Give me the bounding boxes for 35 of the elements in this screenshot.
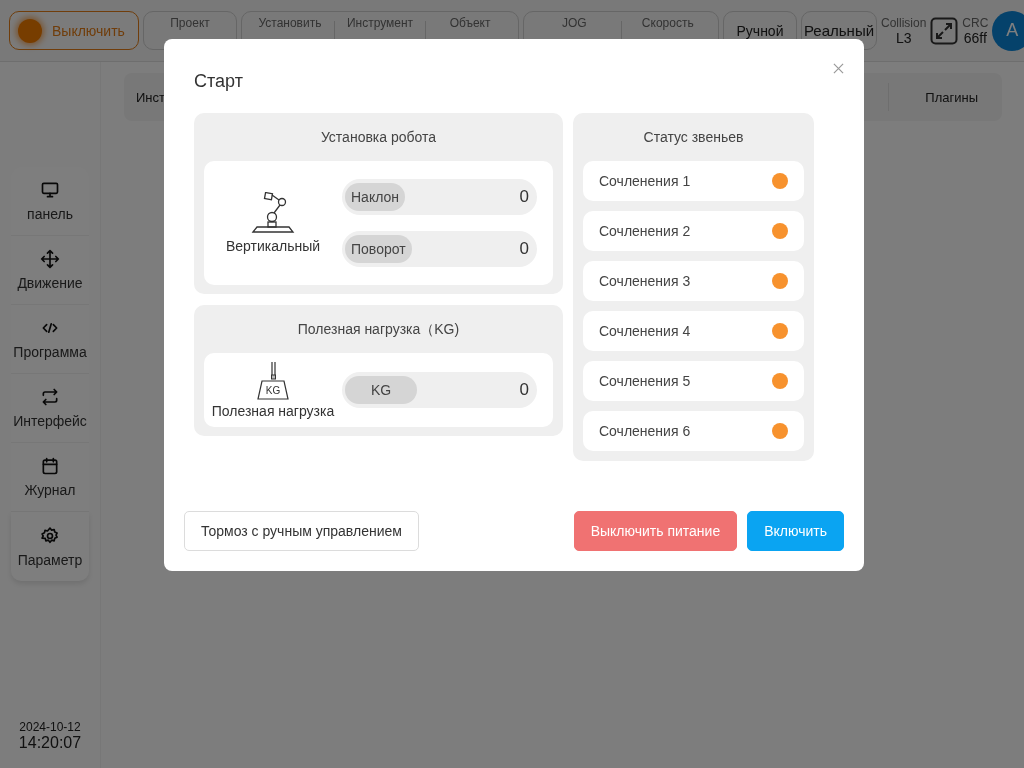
mount-label: Вертикальный <box>225 238 321 254</box>
enable-button[interactable]: Включить <box>747 511 844 551</box>
collision-indicator: Collision L3 <box>881 15 927 46</box>
crc-indicator: CRC 66ff <box>962 15 989 46</box>
tab[interactable]: Инст <box>136 89 165 105</box>
robot-arm-icon <box>251 192 295 236</box>
sidebar-item[interactable]: Параметр <box>11 512 89 581</box>
settings-icon <box>40 525 60 546</box>
brake-button[interactable]: Тормоз с ручным управлением <box>184 511 419 551</box>
move-icon <box>40 249 60 269</box>
close-icon[interactable] <box>833 63 844 74</box>
monitor-icon <box>40 180 60 200</box>
joint-name: Сочленения 3 <box>599 273 691 289</box>
avatar[interactable]: A <box>992 10 1024 51</box>
input-field[interactable]: KG 0 <box>342 372 537 408</box>
power-indicator-icon <box>18 18 42 43</box>
dialog-title: Старт <box>194 71 243 92</box>
calendar-icon <box>40 456 60 476</box>
panel-title: Статус звеньев <box>642 128 745 147</box>
panel-title: Установка робота <box>319 128 438 147</box>
swap-icon <box>40 387 60 407</box>
input-field[interactable]: Наклон 0 <box>342 179 537 215</box>
time-text: 14:20:07 <box>18 734 82 752</box>
joint-name: Сочленения 1 <box>599 173 691 189</box>
power-off-button[interactable]: Выключить питание <box>573 511 738 551</box>
joint-name: Сочленения 2 <box>599 223 691 239</box>
payload-label: Полезная нагрузка <box>211 403 335 419</box>
joint-name: Сочленения 4 <box>599 323 691 339</box>
expand-icon[interactable] <box>930 16 959 45</box>
date-text: 2024-10-12 <box>19 720 81 734</box>
tab[interactable]: Плагины <box>925 89 978 105</box>
joint-name: Сочленения 5 <box>599 373 691 389</box>
input-field[interactable]: Поворот 0 <box>342 231 537 267</box>
panel-title: Полезная нагрузка（KG) <box>296 320 461 339</box>
joint-name: Сочленения 6 <box>599 423 691 439</box>
